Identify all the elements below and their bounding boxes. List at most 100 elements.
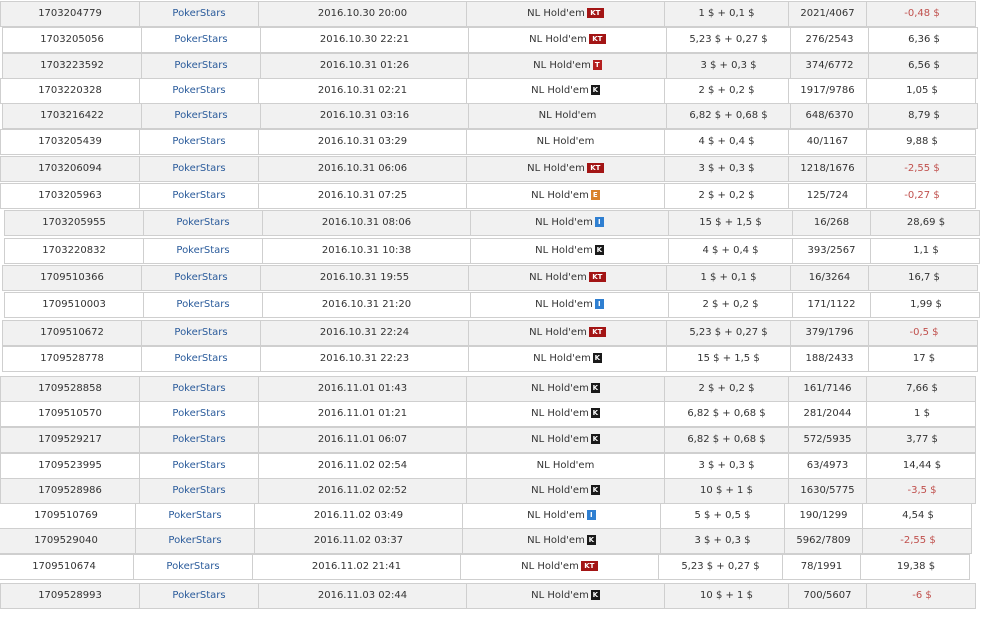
result: 1 $ [914,408,930,419]
start-date: 2016.11.01 01:43 [259,377,467,401]
start-date: 2016.11.03 02:44 [259,584,467,608]
table-row[interactable]: 1703223592 PokerStars 2016.10.31 01:26 NL H… [2,53,978,79]
start-date: 2016.10.30 22:21 [261,28,469,52]
tournament-type-badge-icon: K [590,590,600,600]
game-type: NL Hold'em [529,34,587,45]
table-row[interactable]: 1709510366 PokerStars 2016.10.31 19:55 NL H… [2,265,978,291]
tournament-id: 1703205056 [3,28,142,52]
room-link[interactable]: PokerStars [140,157,259,181]
table-row[interactable]: 1709510674 PokerStars 2016.11.02 21:41 NL H… [0,554,970,580]
place: 125/724 [789,184,867,208]
result: 28,69 $ [906,217,946,228]
table-row[interactable]: 1703205439 PokerStars 2016.10.31 03:29 NL H… [0,129,976,155]
tournament-id: 1703206094 [1,157,140,181]
table-row[interactable]: 1703205955 PokerStars 2016.10.31 08:06 NL H… [4,210,980,236]
room-link[interactable]: PokerStars [140,479,259,503]
start-date: 2016.10.31 21:20 [263,293,471,317]
room-link[interactable]: PokerStars [136,529,255,553]
room-link[interactable]: PokerStars [140,454,259,478]
place: 374/6772 [791,54,869,78]
tournament-id: 1703205955 [5,211,144,235]
room-link[interactable]: PokerStars [142,104,261,128]
room-link[interactable]: PokerStars [140,428,259,452]
result: 6,36 $ [908,34,940,45]
game-type: NL Hold'em [521,561,579,572]
table-row[interactable]: 1703216422 PokerStars 2016.10.31 03:16 NL H… [2,103,978,129]
table-row[interactable]: 1703220328 PokerStars 2016.10.31 02:21 NL H… [0,78,976,104]
place: 78/1991 [783,555,861,579]
game-type: NL Hold'em [538,110,597,121]
place: 188/2433 [791,347,869,371]
game-cell: NL Hold'em K [467,377,665,401]
game-type: NL Hold'em [533,60,591,71]
room-link[interactable]: PokerStars [142,347,261,371]
start-date: 2016.10.31 19:55 [261,266,469,290]
place: 281/2044 [789,402,867,426]
room-link[interactable]: PokerStars [140,584,259,608]
buyin: 15 $ + 1,5 $ [667,347,791,371]
room-link[interactable]: PokerStars [142,266,261,290]
table-row[interactable]: 1709510570 PokerStars 2016.11.01 01:21 NL H… [0,401,976,427]
room-link[interactable]: PokerStars [144,293,263,317]
place: 276/2543 [791,28,869,52]
start-date: 2016.11.02 02:52 [259,479,467,503]
table-row[interactable]: 1709510003 PokerStars 2016.10.31 21:20 NL H… [4,292,980,318]
table-row[interactable]: 1709529217 PokerStars 2016.11.01 06:07 NL H… [0,427,976,453]
table-row[interactable]: 1709510672 PokerStars 2016.10.31 22:24 NL H… [2,320,978,346]
game-cell: NL Hold'em I [471,293,669,317]
tournament-results-page: { "colors": { "room_link": "#2a5b9b", "n… [0,0,981,621]
tournament-id: 1703204779 [1,2,140,26]
table-row[interactable]: 1703220832 PokerStars 2016.10.31 10:38 NL H… [4,238,980,264]
place: 190/1299 [785,504,863,528]
room-link[interactable]: PokerStars [140,130,259,154]
tournament-id: 1709510366 [3,266,142,290]
place: 572/5935 [789,428,867,452]
room-link[interactable]: PokerStars [134,555,253,579]
table-row[interactable]: 1709523995 PokerStars 2016.11.02 02:54 NL H… [0,453,976,479]
tournament-id: 1709529040 [0,529,136,553]
room-link[interactable]: PokerStars [144,239,263,263]
table-row[interactable]: 1709528778 PokerStars 2016.10.31 22:23 NL H… [2,346,978,372]
room-link[interactable]: PokerStars [142,28,261,52]
table-row[interactable]: 1709528993 PokerStars 2016.11.03 02:44 NL H… [0,583,976,609]
game-cell: NL Hold'em KT [469,266,667,290]
tournament-type-badge-icon: KT [586,163,604,173]
table-row[interactable]: 1703205963 PokerStars 2016.10.31 07:25 NL H… [0,183,976,209]
room-link[interactable]: PokerStars [136,504,255,528]
place: 16/268 [793,211,871,235]
tournament-id: 1703223592 [3,54,142,78]
room-link[interactable]: PokerStars [140,402,259,426]
start-date: 2016.10.31 08:06 [263,211,471,235]
buyin: 3 $ + 0,3 $ [665,454,789,478]
game-type: NL Hold'em [535,299,593,310]
tournament-type-badge-icon: KT [588,327,606,337]
table-row[interactable]: 1709529040 PokerStars 2016.11.02 03:37 NL H… [0,528,972,554]
buyin: 2 $ + 0,2 $ [665,79,789,103]
game-cell: NL Hold'em K [467,584,665,608]
table-row[interactable]: 1709510769 PokerStars 2016.11.02 03:49 NL H… [0,503,972,529]
room-link[interactable]: PokerStars [140,2,259,26]
tournament-id: 1709510672 [3,321,142,345]
room-link[interactable]: PokerStars [140,79,259,103]
table-row[interactable]: 1703206094 PokerStars 2016.10.31 06:06 NL H… [0,156,976,182]
game-type: NL Hold'em [531,590,589,601]
room-link[interactable]: PokerStars [140,184,259,208]
buyin: 6,82 $ + 0,68 $ [667,104,791,128]
room-link[interactable]: PokerStars [142,321,261,345]
table-row[interactable]: 1703204779 PokerStars 2016.10.30 20:00 NL H… [0,1,976,27]
result: 1,05 $ [906,85,938,96]
start-date: 2016.11.02 02:54 [259,454,467,478]
game-cell: NL Hold'em K [467,402,665,426]
table-row[interactable]: 1709528858 PokerStars 2016.11.01 01:43 NL H… [0,376,976,402]
room-link[interactable]: PokerStars [142,54,261,78]
game-type: NL Hold'em [531,85,589,96]
room-link[interactable]: PokerStars [144,211,263,235]
start-date: 2016.11.02 21:41 [253,555,461,579]
tournament-id: 1703216422 [3,104,142,128]
table-row[interactable]: 1703205056 PokerStars 2016.10.30 22:21 NL H… [2,27,978,53]
tournament-type-badge-icon: T [592,60,602,70]
game-type: NL Hold'em [536,460,595,471]
game-cell: NL Hold'em E [467,184,665,208]
room-link[interactable]: PokerStars [140,377,259,401]
table-row[interactable]: 1709528986 PokerStars 2016.11.02 02:52 NL H… [0,478,976,504]
